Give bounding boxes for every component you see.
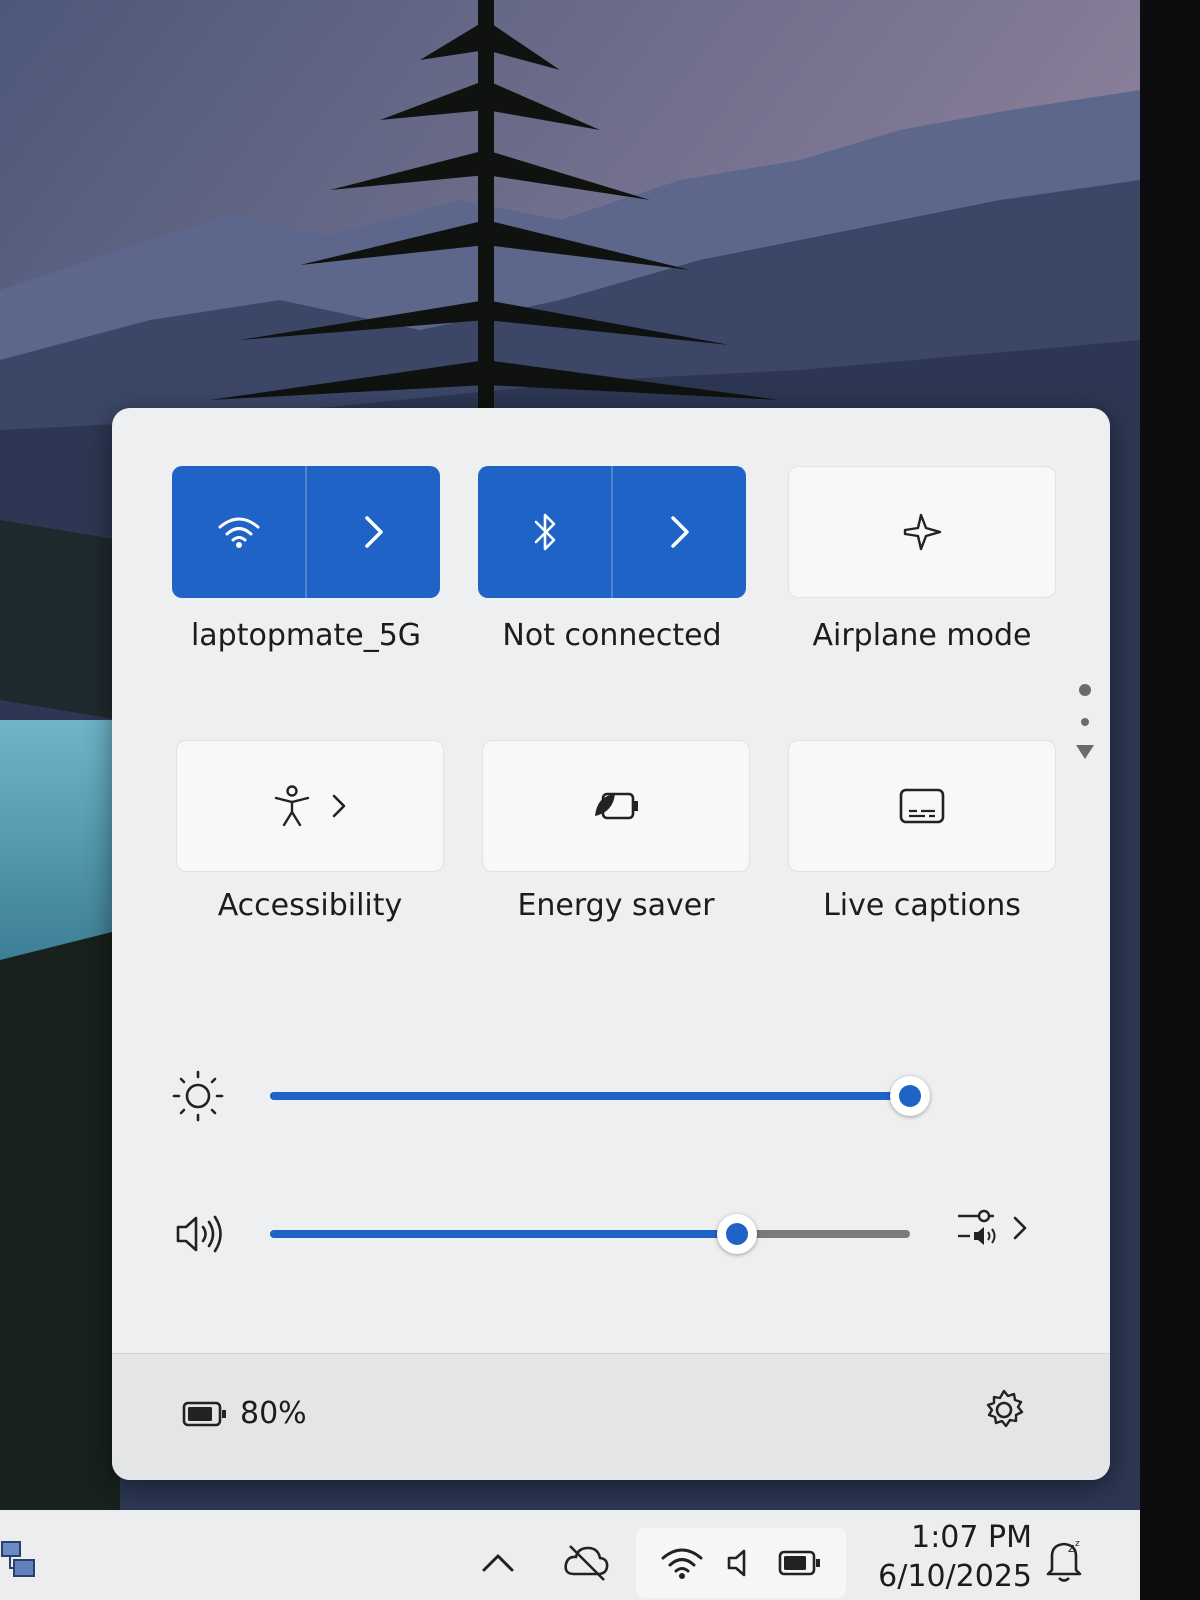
screen-bezel [1140,0,1200,1600]
brightness-icon [172,1070,224,1122]
accessibility-tile-label: Accessibility [217,888,403,923]
battery-status-button[interactable]: 80% [182,1396,307,1431]
page-indicator-dot[interactable] [1081,718,1089,726]
live-captions-tile[interactable] [788,740,1056,872]
sound-output-button[interactable] [956,1206,1028,1250]
system-tray-status-group[interactable] [636,1528,846,1598]
airplane-icon [903,513,942,551]
wifi-tile-label: laptopmate_5G [190,618,422,653]
live-captions-tile-label: Live captions [823,888,1021,923]
speaker-icon [727,1549,746,1577]
wifi-icon [661,1548,703,1579]
battery-icon [778,1550,820,1576]
wifi-tile [172,466,440,598]
clock-date: 6/10/2025 [878,1559,1032,1594]
accessibility-icon [274,785,310,827]
svg-text:z: z [1075,1539,1080,1549]
speaker-icon[interactable] [174,1212,230,1256]
gear-icon[interactable] [982,1388,1026,1432]
brightness-slider-fill [270,1092,910,1100]
quick-settings-panel: laptopmate_5G Not connected Airplane mod… [112,408,1110,1480]
wifi-expand-button[interactable] [307,466,440,598]
clock-button[interactable]: 1:07 PM 6/10/2025 [862,1518,1032,1598]
accessibility-tile[interactable] [176,740,444,872]
page-indicator-dot-active[interactable] [1079,684,1091,696]
wifi-icon [218,517,259,548]
energy-saver-tile-label: Energy saver [517,888,715,923]
bluetooth-icon [534,513,555,551]
volume-slider-fill [270,1230,738,1238]
bluetooth-tile [478,466,746,598]
taskbar: 1:07 PM 6/10/2025 z z [0,1510,1140,1600]
cloud-off-icon[interactable] [562,1542,610,1582]
clock-time: 1:07 PM [911,1520,1032,1555]
bluetooth-expand-button[interactable] [613,466,746,598]
chevron-right-icon [332,794,346,818]
chevron-right-icon [364,516,383,548]
volume-slider-thumb[interactable] [717,1214,758,1254]
battery-icon [182,1401,226,1426]
chevron-right-icon [670,516,689,548]
airplane-mode-tile-label: Airplane mode [812,618,1032,653]
sound-output-icon [958,1209,996,1245]
bluetooth-tile-label: Not connected [502,618,722,653]
network-app-icon[interactable] [0,1538,40,1588]
svg-text:z: z [1068,1541,1074,1555]
energy-saver-icon [595,792,638,820]
quick-settings-footer: 80% [112,1353,1110,1480]
triangle-down-icon[interactable] [1075,744,1095,760]
battery-percentage: 80% [240,1396,307,1431]
live-captions-icon [899,788,945,824]
airplane-mode-tile[interactable] [788,466,1056,598]
notifications-dnd-icon[interactable]: z z [1042,1536,1088,1584]
chevron-right-icon [1013,1216,1027,1240]
energy-saver-tile[interactable] [482,740,750,872]
wifi-toggle-button[interactable] [172,466,305,598]
brightness-slider-thumb[interactable] [890,1076,930,1116]
bluetooth-toggle-button[interactable] [478,466,611,598]
chevron-up-icon[interactable] [480,1550,516,1574]
